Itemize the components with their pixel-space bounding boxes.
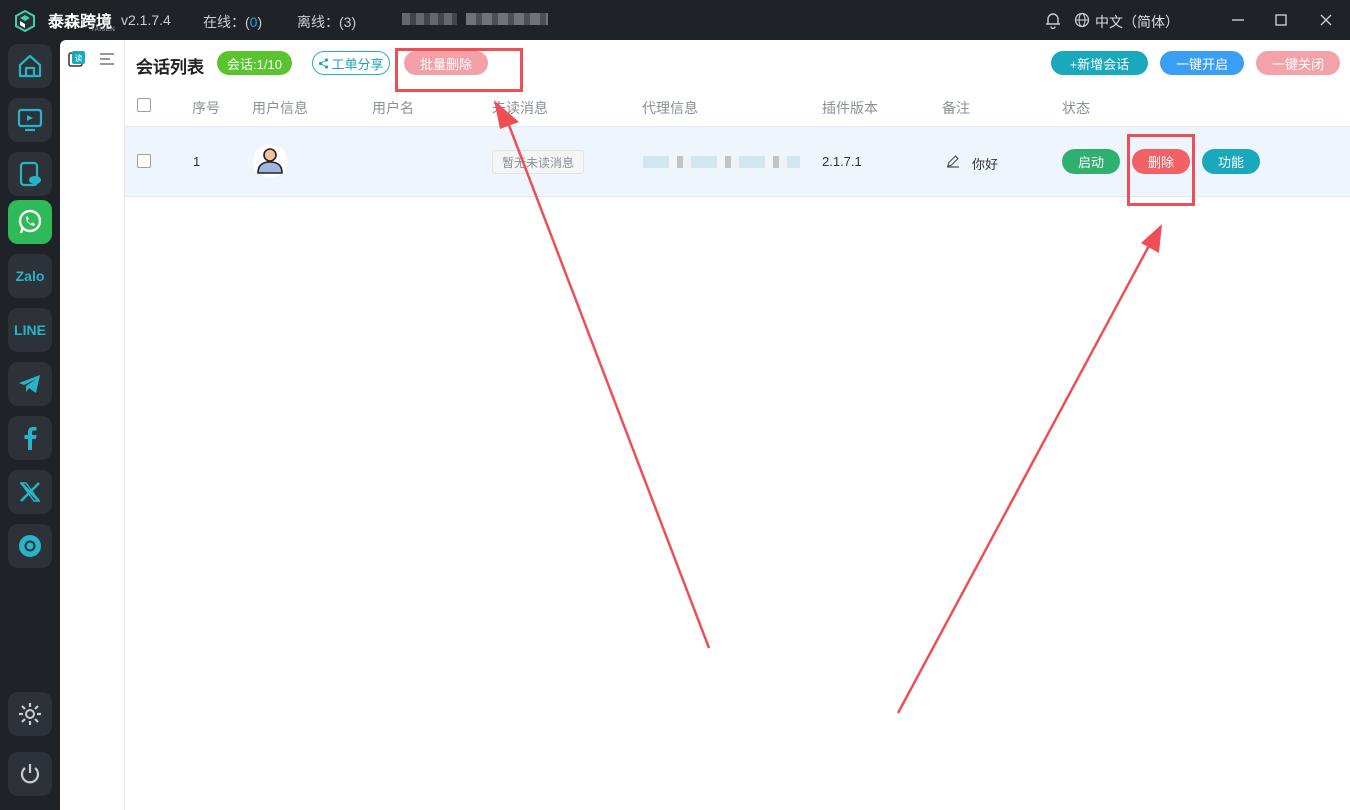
bell-icon[interactable] bbox=[1044, 11, 1062, 29]
sidebar-item-power[interactable] bbox=[8, 752, 52, 796]
app-sidebar: Zalo LINE bbox=[0, 40, 60, 810]
menu-toggle-icon[interactable] bbox=[98, 50, 116, 68]
header-remark: 备注 bbox=[942, 100, 970, 116]
app-subtitle: TAISEN bbox=[91, 27, 116, 33]
row-plugin-version: 2.1.7.1 bbox=[822, 154, 862, 169]
power-icon bbox=[20, 764, 40, 784]
sidebar-item-chrome[interactable] bbox=[8, 524, 52, 568]
minimize-icon[interactable] bbox=[1228, 10, 1248, 30]
highlight-delete-button bbox=[1127, 134, 1195, 206]
header-username: 用户名 bbox=[372, 100, 414, 116]
row-checkbox[interactable] bbox=[137, 154, 151, 168]
header-unread: 未读消息 bbox=[492, 100, 548, 116]
offline-status: 离线：(3) bbox=[297, 14, 357, 30]
start-all-button[interactable]: 一键开启 bbox=[1160, 51, 1244, 75]
sidebar-item-whatsapp[interactable] bbox=[8, 200, 52, 244]
sidebar-item-zalo[interactable]: Zalo bbox=[8, 254, 52, 298]
read-mode-icon[interactable]: 读 bbox=[68, 50, 86, 68]
header-user-info: 用户信息 bbox=[252, 100, 308, 116]
header-index: 序号 bbox=[192, 100, 220, 116]
x-icon bbox=[19, 482, 41, 502]
chrome-icon bbox=[19, 535, 41, 557]
svg-text:读: 读 bbox=[75, 53, 83, 63]
home-icon bbox=[18, 54, 42, 78]
whatsapp-icon bbox=[18, 209, 42, 234]
cloud-phone-icon bbox=[19, 161, 41, 187]
sidebar-item-x[interactable] bbox=[8, 470, 52, 514]
unread-badge: 暂无未读消息 bbox=[492, 150, 584, 174]
app-logo-icon bbox=[15, 10, 35, 32]
row-index: 1 bbox=[193, 154, 201, 169]
close-all-button[interactable]: 一键关闭 bbox=[1256, 51, 1340, 75]
sidebar-item-facebook[interactable] bbox=[8, 416, 52, 460]
sidebar-item-cloud-phone[interactable] bbox=[8, 152, 52, 196]
title-bar: 泰森跨境 TAISEN v2.1.7.4 在线：(0) 离线：(3) 中文（简体… bbox=[0, 0, 1350, 40]
globe-icon[interactable] bbox=[1074, 12, 1090, 28]
redacted-proxy-info bbox=[643, 156, 800, 168]
edit-remark-icon[interactable] bbox=[946, 154, 960, 168]
new-session-button[interactable]: +新增会话 bbox=[1051, 51, 1148, 75]
maximize-icon[interactable] bbox=[1271, 10, 1291, 30]
sidebar-item-telegram[interactable] bbox=[8, 362, 52, 406]
function-button[interactable]: 功能 bbox=[1202, 149, 1260, 174]
sidebar-item-monitor[interactable] bbox=[8, 98, 52, 142]
close-icon[interactable] bbox=[1316, 10, 1336, 30]
avatar[interactable] bbox=[252, 143, 288, 179]
header-status: 状态 bbox=[1062, 100, 1090, 116]
highlight-batch-delete bbox=[395, 48, 523, 92]
mini-toolbar: 读 bbox=[60, 40, 125, 810]
language-selector[interactable]: 中文（简体） bbox=[1095, 12, 1179, 32]
redacted-account-2 bbox=[466, 13, 548, 25]
app-window: 泰森跨境 TAISEN v2.1.7.4 在线：(0) 离线：(3) 中文（简体… bbox=[0, 0, 1350, 810]
gear-icon bbox=[19, 703, 41, 725]
page-title: 会话列表 bbox=[136, 58, 204, 77]
version-label: v2.1.7.4 bbox=[121, 12, 171, 28]
online-status: 在线：(0) bbox=[203, 14, 263, 30]
sidebar-item-home[interactable] bbox=[8, 44, 52, 88]
share-ticket-button[interactable]: 工单分享 bbox=[312, 51, 390, 75]
session-count-badge: 会话:1/10 bbox=[217, 51, 292, 75]
main-panel: 读 会话列表 会话:1/10 工单分享 批量删除 +新增会话 一键开启 一键关闭… bbox=[60, 40, 1350, 810]
sidebar-item-settings[interactable] bbox=[8, 692, 52, 736]
header-plugin-version: 插件版本 bbox=[822, 100, 878, 116]
monitor-icon bbox=[17, 108, 43, 132]
sidebar-item-line[interactable]: LINE bbox=[8, 308, 52, 352]
select-all-checkbox[interactable] bbox=[137, 98, 151, 112]
telegram-icon bbox=[19, 375, 40, 393]
facebook-icon bbox=[24, 427, 37, 450]
share-icon bbox=[319, 57, 329, 69]
header-proxy: 代理信息 bbox=[642, 100, 698, 116]
start-button[interactable]: 启动 bbox=[1062, 149, 1120, 174]
row-remark: 你好 bbox=[972, 157, 999, 172]
redacted-account-1 bbox=[402, 13, 457, 25]
